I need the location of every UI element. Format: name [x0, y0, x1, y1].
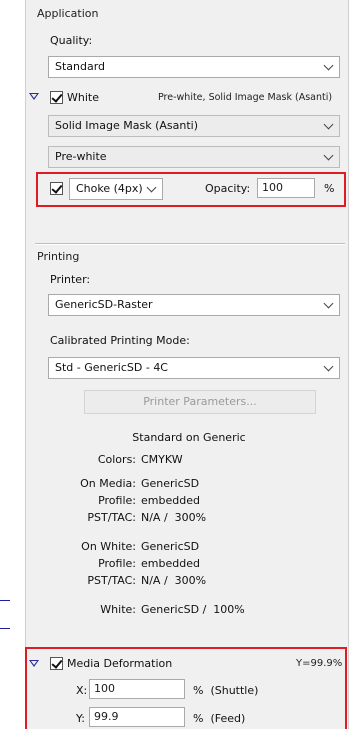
- pst-tac-key: PST/TAC:: [87, 574, 136, 587]
- chevron-down-icon: [323, 150, 334, 161]
- printer-parameters-button[interactable]: Printer Parameters...: [84, 390, 316, 414]
- x-label: X:: [76, 684, 88, 697]
- chevron-down-icon: [146, 182, 157, 193]
- profile-key: Profile:: [98, 557, 136, 570]
- mask-value: Solid Image Mask (Asanti): [55, 119, 198, 132]
- mask-select[interactable]: Solid Image Mask (Asanti): [48, 115, 340, 137]
- deformation-summary: Y=99.9%: [296, 658, 343, 669]
- opacity-unit: %: [324, 182, 335, 195]
- white-key: White:: [100, 603, 136, 616]
- opacity-label: Opacity:: [205, 182, 251, 195]
- x-unit: % (Shuttle): [193, 684, 259, 697]
- quality-select[interactable]: Standard: [48, 56, 340, 78]
- on-white-value: GenericSD: [141, 540, 200, 553]
- section-divider-highlight: [35, 244, 345, 245]
- white-value: GenericSD / 100%: [141, 603, 245, 616]
- quality-label: Quality:: [50, 34, 93, 47]
- chevron-down-icon: [323, 361, 334, 372]
- choke-value: Choke (4px): [76, 182, 143, 195]
- margin-marker: [0, 628, 10, 629]
- mode-label: Calibrated Printing Mode:: [50, 334, 190, 347]
- mode-select[interactable]: Std - GenericSD - 4C: [48, 357, 340, 379]
- on-media-value: GenericSD: [141, 477, 200, 490]
- quality-value: Standard: [55, 60, 106, 73]
- chevron-down-icon: [323, 119, 334, 130]
- y-label: Y:: [76, 712, 85, 725]
- media-deformation-label: Media Deformation: [67, 657, 173, 670]
- pst-tac-value: N/A / 300%: [141, 574, 207, 587]
- colors-value: CMYKW: [141, 453, 183, 466]
- x-input[interactable]: 100: [89, 679, 185, 699]
- opacity-input[interactable]: 100: [257, 178, 315, 198]
- profile-value: embedded: [141, 557, 200, 570]
- printer-label: Printer:: [50, 273, 91, 286]
- disclosure-triangle-icon[interactable]: [29, 660, 39, 667]
- choke-select[interactable]: Choke (4px): [69, 178, 163, 200]
- media-deformation-checkbox[interactable]: [50, 657, 63, 670]
- mode-value: Std - GenericSD - 4C: [55, 361, 168, 374]
- white-checkbox[interactable]: [50, 91, 63, 104]
- pst-tac-key: PST/TAC:: [87, 511, 136, 524]
- printer-value: GenericSD-Raster: [55, 298, 153, 311]
- margin-marker: [0, 600, 10, 601]
- disclosure-triangle-icon[interactable]: [29, 93, 39, 100]
- prewhite-select[interactable]: Pre-white: [48, 146, 340, 168]
- application-header: Application: [37, 7, 99, 20]
- white-summary: Pre-white, Solid Image Mask (Asanti): [158, 92, 333, 103]
- summary-title: Standard on Generic: [132, 431, 246, 444]
- colors-key: Colors:: [97, 453, 136, 466]
- choke-checkbox[interactable]: [50, 182, 63, 195]
- pst-tac-value: N/A / 300%: [141, 511, 207, 524]
- on-white-key: On White:: [81, 540, 136, 553]
- printer-select[interactable]: GenericSD-Raster: [48, 294, 340, 316]
- on-media-key: On Media:: [80, 477, 136, 490]
- profile-value: embedded: [141, 494, 200, 507]
- y-unit: % (Feed): [193, 712, 246, 725]
- prewhite-value: Pre-white: [55, 150, 107, 163]
- y-input[interactable]: 99.9: [89, 707, 185, 727]
- profile-key: Profile:: [98, 494, 136, 507]
- chevron-down-icon: [323, 60, 334, 71]
- printing-header: Printing: [37, 250, 80, 263]
- white-label: White: [67, 91, 99, 104]
- chevron-down-icon: [323, 298, 334, 309]
